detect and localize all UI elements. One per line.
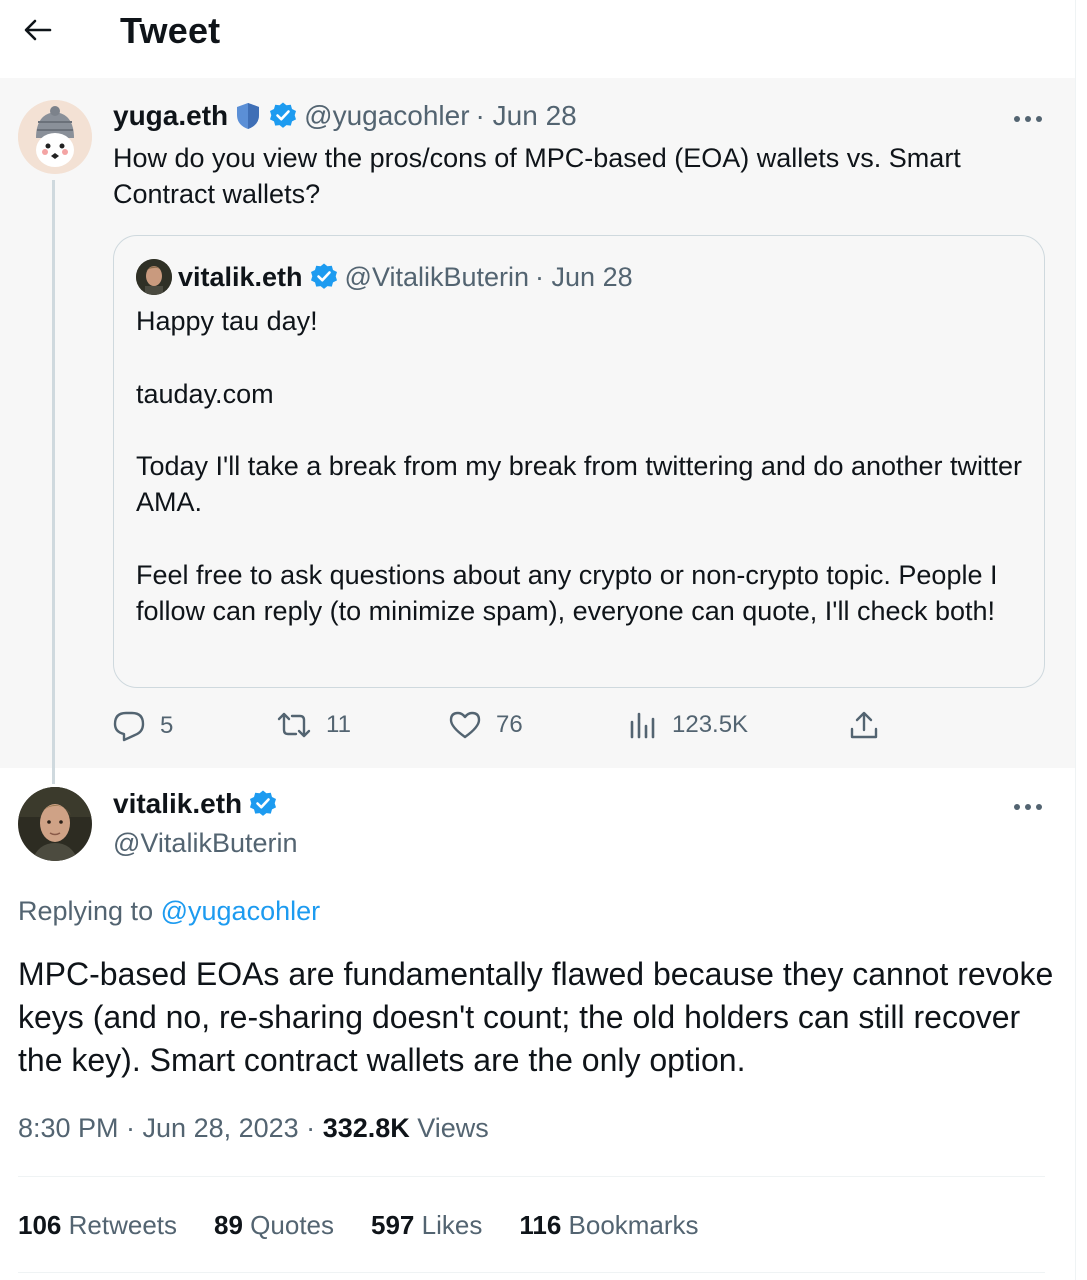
share-button[interactable] [848,710,880,740]
retweet-button[interactable]: 11 [276,710,351,740]
more-dots-icon [1014,116,1042,122]
stat-count: 89 [214,1210,243,1240]
quoted-author-name: vitalik.eth [178,261,303,292]
page-title: Tweet [120,10,221,51]
stat-label: Quotes [250,1210,334,1240]
stat-label: Bookmarks [568,1210,699,1240]
parent-tweet-text: How do you view the pros/cons of MPC-bas… [113,143,961,209]
quoted-author-handle: @VitalikButerin [344,261,530,292]
replying-handle-link[interactable]: @yugacohler [161,896,321,926]
share-icon [850,711,878,739]
vitalik-avatar[interactable] [18,787,92,861]
tweet-timestamp[interactable]: 8:30 PM · Jun 28, 2023 · [18,1113,323,1143]
stat-label: Retweets [68,1210,178,1240]
views-total: 332.8K [322,1113,410,1143]
verified-badge-icon [250,790,277,816]
heart-icon [449,711,481,739]
verified-badge-icon [310,263,337,289]
parent-tweet[interactable]: yuga.eth @yugacohler · Jun 28 How do you… [0,78,1075,768]
bookmarks-stat[interactable]: 116 Bookmarks [519,1210,698,1241]
reply-count: 5 [160,712,174,739]
quoted-paragraph: Feel free to ask questions about any cry… [136,560,998,627]
author-name[interactable]: yuga.eth [113,100,228,132]
main-author-name[interactable]: vitalik.eth [113,788,242,820]
retweet-icon [277,712,311,738]
quoted-tweet-card[interactable]: vitalik.eth @VitalikButerin · Jun 28 Hap… [113,235,1045,688]
reply-button[interactable]: 5 [112,710,173,742]
author-handle[interactable]: @yugacohler [304,100,469,132]
tweet-stats: 106 Retweets 89 Quotes 597 Likes 116 Boo… [18,1210,736,1241]
back-button[interactable] [16,10,60,50]
quoted-tweet-text: Happy tau day! tauday.com Today I'll tak… [136,303,1026,630]
stat-label: Likes [421,1210,483,1240]
reply-icon [113,711,145,742]
verified-badge-icon [270,102,297,128]
divider [18,1272,1045,1273]
quotes-stat[interactable]: 89 Quotes [214,1210,334,1241]
views-chart-icon [630,712,655,739]
header: Tweet [0,0,1075,78]
main-tweet-header: vitalik.eth [113,788,278,820]
stat-count: 597 [371,1210,415,1240]
shield-badge-icon [237,103,260,129]
tweet-date[interactable]: · Jun 28 [476,100,577,132]
retweet-count: 11 [326,711,351,738]
thread-line [52,180,55,784]
views-label: Views [409,1113,489,1143]
quoted-tweet-date: · Jun 28 [535,261,633,292]
main-author-handle[interactable]: @VitalikButerin [113,828,298,859]
stat-count: 116 [519,1210,562,1240]
parent-tweet-header: yuga.eth @yugacohler · Jun 28 [113,100,577,132]
stat-count: 106 [18,1210,62,1240]
more-dots-icon [1014,804,1042,810]
like-button[interactable]: 76 [448,710,523,740]
divider [18,1176,1045,1177]
arrow-left-icon [24,19,52,41]
quoted-paragraph: Today I'll take a break from my break fr… [136,451,1023,518]
tweet-meta: 8:30 PM · Jun 28, 2023 · 332.8K Views [18,1113,489,1144]
likes-stat[interactable]: 597 Likes [371,1210,482,1241]
more-options-button[interactable] [1008,792,1048,822]
quoted-paragraph: tauday.com [136,378,274,409]
tweet-actions: 5 11 76 123.5K [112,710,892,750]
main-tweet-text: MPC-based EOAs are fundamentally flawed … [18,956,1054,1078]
replying-to: Replying to @yugacohler [18,896,320,927]
views-count: 123.5K [672,711,749,738]
replying-prefix: Replying to [18,896,154,926]
right-edge [1075,0,1087,1280]
views-button[interactable]: 123.5K [628,710,748,740]
more-options-button[interactable] [1008,104,1048,134]
quoted-tweet-header: vitalik.eth @VitalikButerin · Jun 28 [136,259,633,295]
vitalik-small-avatar [136,259,172,295]
quoted-paragraph: Happy tau day! [136,306,318,336]
yuga-avatar[interactable] [18,100,92,174]
like-count: 76 [496,711,523,738]
retweets-stat[interactable]: 106 Retweets [18,1210,177,1241]
